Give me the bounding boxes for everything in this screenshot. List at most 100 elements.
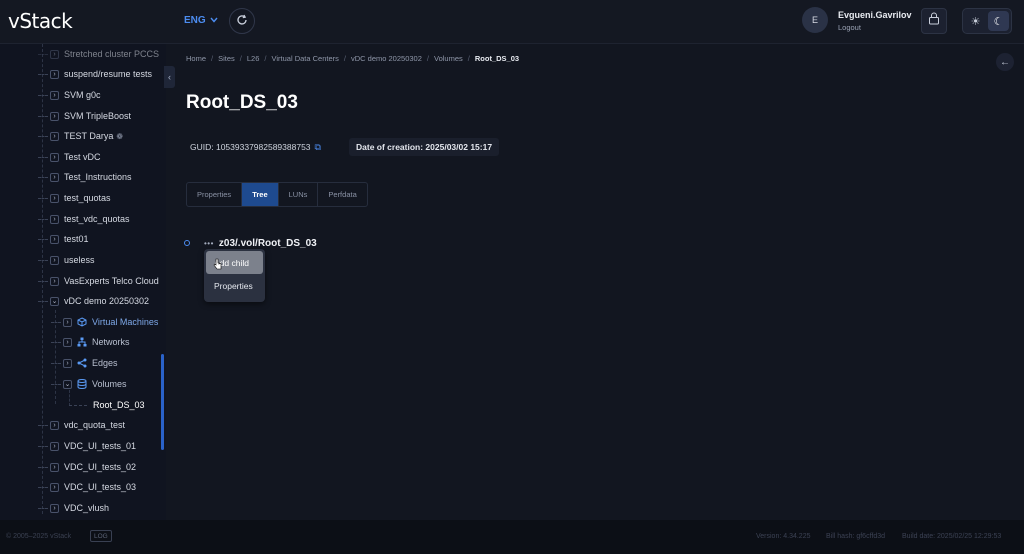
version-info: Version: 4.34.225: [756, 533, 811, 540]
sidebar-item[interactable]: › VDC_UI_tests_02: [38, 457, 136, 477]
expand-icon[interactable]: ›: [50, 503, 59, 513]
lock-button[interactable]: [921, 8, 947, 34]
sidebar-item[interactable]: › SVM TripleBoost: [38, 106, 131, 126]
sidebar-item[interactable]: › useless: [38, 250, 95, 270]
theme-toggle[interactable]: ☀ ☾: [962, 8, 1012, 34]
sidebar-item[interactable]: › VDC_UI_tests_01: [38, 436, 136, 456]
copyright: © 2005–2025 vStack: [6, 533, 72, 540]
logout-link[interactable]: Logout: [838, 23, 861, 32]
sidebar-item[interactable]: › vdc_quota_test: [38, 415, 125, 435]
sidebar-item-root-ds-03[interactable]: Root_DS_03: [69, 395, 145, 415]
build-hash: Bill hash: gf6cffd3d: [826, 533, 886, 540]
username: Evgueni.Gavrilov: [838, 10, 912, 20]
expand-icon[interactable]: ›: [50, 214, 59, 224]
vstack-logo[interactable]: vStack: [8, 9, 73, 33]
sidebar-item[interactable]: › Test_Instructions: [38, 167, 132, 187]
sidebar-item[interactable]: › Stretched cluster PCCS: [38, 44, 159, 64]
sidebar-item[interactable]: › VasExperts Telco Cloud: [38, 271, 159, 291]
expand-icon[interactable]: ›: [63, 337, 72, 347]
breadcrumb-current: Root_DS_03: [474, 54, 520, 63]
breadcrumb-site[interactable]: L26: [247, 54, 260, 63]
creation-date: Date of creation: 2025/03/02 15:17: [349, 138, 500, 156]
tab-perfdata[interactable]: Perfdata: [318, 183, 366, 206]
page-title: Root_DS_03: [186, 92, 298, 113]
chevron-down-icon: [210, 15, 218, 26]
guid-value: GUID: 10539337982589388753: [190, 142, 311, 152]
copy-icon[interactable]: ⧉: [315, 142, 321, 153]
breadcrumb: Home / Sites / L26/ Virtual Data Centers / …: [186, 54, 520, 63]
sidebar-item-vdc-demo[interactable]: ⌄ vDC demo 20250302: [38, 291, 149, 311]
language-selector[interactable]: ENG: [184, 15, 218, 26]
expand-icon[interactable]: ›: [50, 276, 59, 286]
node-bullet-icon: [184, 240, 190, 246]
hand-cursor-icon: [213, 258, 222, 270]
arrow-left-icon: ←: [1000, 56, 1010, 68]
expand-icon[interactable]: ›: [50, 234, 59, 244]
sidebar-item[interactable]: › TEST Darya ❁: [38, 126, 123, 146]
breadcrumb-vdcs[interactable]: Virtual Data Centers: [272, 54, 339, 63]
cube-icon: [77, 317, 87, 327]
flower-icon: ❁: [116, 131, 124, 141]
tab-tree[interactable]: Tree: [242, 183, 279, 206]
refresh-button[interactable]: [229, 8, 255, 34]
avatar[interactable]: E: [802, 7, 828, 33]
menu-item-properties[interactable]: Properties: [206, 274, 263, 297]
expand-icon[interactable]: ›: [50, 441, 59, 451]
tab-luns[interactable]: LUNs: [279, 183, 319, 206]
expand-icon[interactable]: ›: [50, 172, 59, 182]
language-label: ENG: [184, 15, 206, 26]
back-button[interactable]: ←: [996, 53, 1014, 71]
database-icon: [77, 379, 87, 389]
expand-icon[interactable]: ›: [50, 152, 59, 162]
top-header: vStack ENG E Evgueni.Gavrilov Logout ☀ ☾: [0, 0, 1024, 44]
context-menu: Add child Properties: [204, 249, 265, 302]
chevron-left-icon: ‹: [168, 72, 171, 82]
collapse-icon[interactable]: ⌄: [63, 379, 72, 389]
expand-icon[interactable]: ›: [50, 482, 59, 492]
expand-icon[interactable]: ›: [50, 193, 59, 203]
expand-icon[interactable]: ›: [50, 90, 59, 100]
sidebar-item[interactable]: › test01: [38, 229, 89, 249]
footer: © 2005–2025 vStack LOG Version: 4.34.225…: [0, 520, 1024, 554]
expand-icon[interactable]: ›: [63, 317, 72, 327]
sidebar-tree: › Stretched cluster PCCS › suspend/resume …: [0, 44, 166, 520]
breadcrumb-volumes[interactable]: Volumes: [434, 54, 463, 63]
sidebar-item[interactable]: › VDC_UI_tests_03: [38, 477, 136, 497]
sidebar-item[interactable]: › SVM g0c: [38, 85, 101, 105]
tree-node[interactable]: ••• z03/.vol/Root_DS_03: [184, 236, 317, 250]
tab-properties[interactable]: Properties: [187, 183, 243, 206]
tree-node-label[interactable]: z03/.vol/Root_DS_03: [219, 238, 317, 249]
refresh-icon: [236, 13, 248, 29]
sidebar-item[interactable]: › suspend/resume tests: [38, 64, 152, 84]
sidebar-item-networks[interactable]: › Networks: [51, 332, 130, 352]
breadcrumb-sites[interactable]: Sites: [218, 54, 235, 63]
log-button[interactable]: LOG: [90, 530, 112, 542]
sidebar-item[interactable]: › test_vdc_quotas: [38, 209, 130, 229]
expand-icon[interactable]: ›: [50, 462, 59, 472]
edge-icon: [77, 358, 87, 368]
sun-icon[interactable]: ☀: [965, 11, 986, 31]
sidebar-item[interactable]: › test_quotas: [38, 188, 111, 208]
sidebar-scrollbar[interactable]: [161, 354, 164, 450]
sidebar-item-edges[interactable]: › Edges: [51, 353, 118, 373]
network-icon: [77, 337, 87, 347]
more-icon[interactable]: •••: [204, 239, 214, 248]
sidebar-item-virtual-machines[interactable]: › Virtual Machines: [51, 312, 158, 332]
expand-icon[interactable]: ›: [50, 49, 59, 59]
collapse-icon[interactable]: ⌄: [50, 296, 59, 306]
expand-icon[interactable]: ›: [63, 358, 72, 368]
lock-icon: [928, 12, 940, 30]
moon-icon[interactable]: ☾: [988, 11, 1009, 31]
expand-icon[interactable]: ›: [50, 69, 59, 79]
build-date: Build date: 2025/02/25 12:29:53: [902, 533, 1002, 540]
breadcrumb-vdc[interactable]: vDC demo 20250302: [351, 54, 422, 63]
expand-icon[interactable]: ›: [50, 131, 59, 141]
sidebar-item[interactable]: › VDC_vlush: [38, 498, 109, 518]
sidebar-item-volumes[interactable]: ⌄ Volumes: [51, 374, 127, 394]
expand-icon[interactable]: ›: [50, 255, 59, 265]
expand-icon[interactable]: ›: [50, 420, 59, 430]
expand-icon[interactable]: ›: [50, 111, 59, 121]
breadcrumb-home[interactable]: Home: [186, 54, 206, 63]
sidebar-item[interactable]: › Test vDC: [38, 147, 101, 167]
sidebar-collapse-button[interactable]: ‹: [164, 66, 175, 88]
